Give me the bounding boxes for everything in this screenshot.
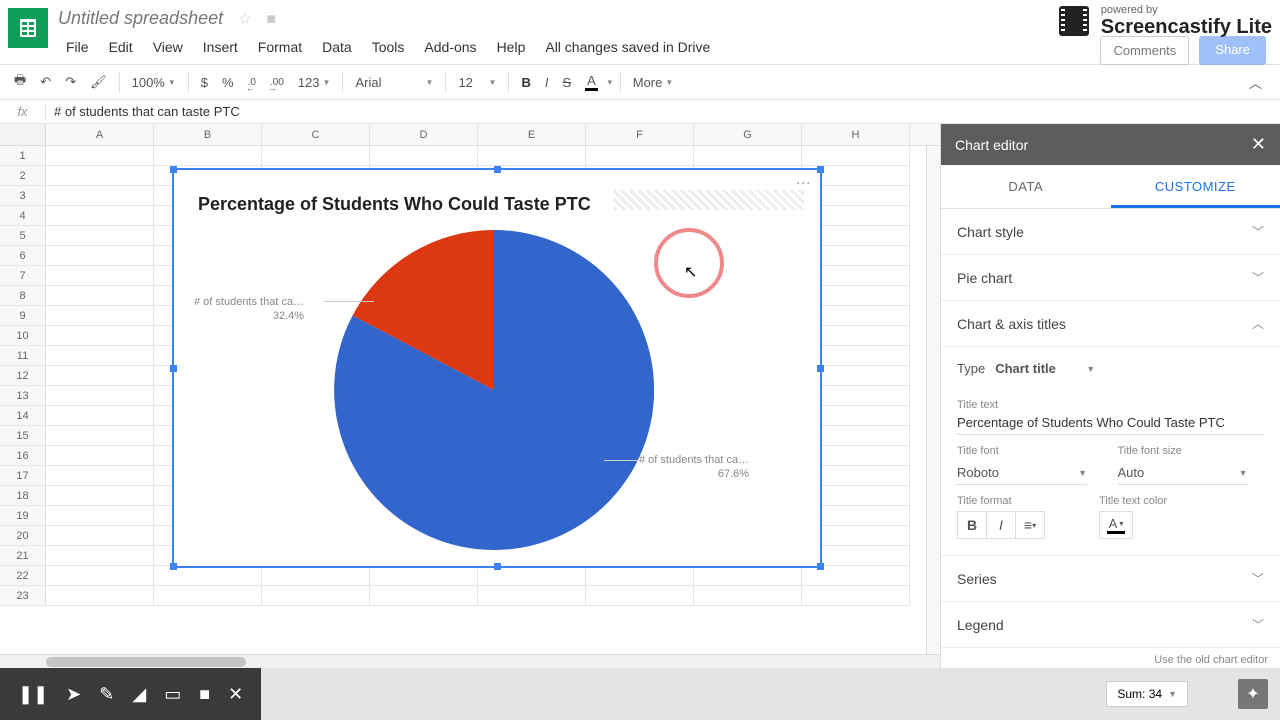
format-align-button[interactable]: ≡▾ bbox=[1015, 511, 1045, 539]
increase-decimal-button[interactable]: .00→ bbox=[264, 73, 290, 92]
close-icon[interactable]: ✕ bbox=[1251, 134, 1266, 155]
tab-data[interactable]: DATA bbox=[941, 165, 1111, 208]
toolbar: 🖶 ↶ ↷ 🖌 100%▼ $ % .0← .00→ 123▼ Arial▼ 1… bbox=[0, 64, 1280, 100]
section-chart-style[interactable]: Chart style﹀ bbox=[941, 209, 1280, 255]
font-dropdown[interactable]: Arial▼ bbox=[349, 71, 439, 94]
pause-icon[interactable]: ❚❚ bbox=[18, 684, 48, 705]
spreadsheet-grid[interactable]: ABCDEFGH 1234567891011121314151617181920… bbox=[0, 124, 940, 668]
embedded-chart[interactable]: ⋮ Percentage of Students Who Could Taste… bbox=[172, 168, 822, 568]
screencastify-icon bbox=[1059, 6, 1089, 36]
formula-input[interactable]: # of students that can taste PTC bbox=[46, 104, 248, 119]
title-color-button[interactable]: A▾ bbox=[1099, 511, 1133, 539]
bottom-bar: ❚❚ ➤ ✎ ◢ ▭ ■ ✕ Sum: 34▼ ✦ bbox=[0, 668, 1280, 720]
menu-insert[interactable]: Insert bbox=[193, 35, 248, 59]
title-text-label: Title text bbox=[957, 399, 998, 411]
pointer-icon[interactable]: ➤ bbox=[66, 684, 81, 705]
percent-button[interactable]: % bbox=[216, 71, 240, 94]
currency-button[interactable]: $ bbox=[195, 71, 214, 94]
pie-label-1: # of students that ca… 67.6% bbox=[639, 453, 749, 482]
title-format-label: Title format bbox=[957, 495, 1045, 507]
close-recording-icon[interactable]: ✕ bbox=[228, 684, 243, 705]
title-size-label: Title font size bbox=[1118, 445, 1265, 457]
menu-format[interactable]: Format bbox=[248, 35, 312, 59]
title-color-label: Title text color bbox=[1099, 495, 1167, 507]
pen-icon[interactable]: ✎ bbox=[99, 684, 114, 705]
sum-indicator[interactable]: Sum: 34▼ bbox=[1106, 681, 1188, 707]
title-type-dropdown[interactable]: Chart title▼ bbox=[995, 357, 1095, 380]
section-pie-chart[interactable]: Pie chart﹀ bbox=[941, 255, 1280, 301]
menu-data[interactable]: Data bbox=[312, 35, 362, 59]
italic-button[interactable]: I bbox=[539, 71, 555, 94]
sidebar-title: Chart editor bbox=[955, 137, 1028, 153]
menu-edit[interactable]: Edit bbox=[99, 35, 143, 59]
decrease-decimal-button[interactable]: .0← bbox=[242, 73, 262, 92]
title-size-dropdown[interactable]: Auto▼ bbox=[1118, 461, 1248, 485]
eraser-icon[interactable]: ◢ bbox=[132, 684, 146, 705]
cursor-icon: ↖ bbox=[684, 262, 697, 282]
chevron-down-icon: ﹀ bbox=[1252, 570, 1264, 587]
undo-icon[interactable]: ↶ bbox=[34, 70, 57, 94]
leader-line bbox=[604, 460, 638, 461]
horizontal-scrollbar[interactable] bbox=[0, 654, 940, 668]
camera-icon[interactable]: ■ bbox=[199, 684, 210, 705]
title-font-label: Title font bbox=[957, 445, 1104, 457]
explore-button[interactable]: ✦ bbox=[1238, 679, 1268, 709]
print-icon[interactable]: 🖶 bbox=[8, 67, 32, 97]
folder-icon[interactable]: ■ bbox=[266, 11, 276, 28]
type-label: Type bbox=[957, 361, 985, 376]
tab-customize[interactable]: CUSTOMIZE bbox=[1111, 165, 1280, 208]
pie-label-2: # of students that ca… 32.4% bbox=[194, 295, 304, 324]
font-size-dropdown[interactable]: 12▼ bbox=[452, 71, 502, 94]
bold-button[interactable]: B bbox=[515, 71, 536, 94]
share-button[interactable]: Share bbox=[1199, 36, 1266, 65]
menu-view[interactable]: View bbox=[143, 35, 193, 59]
strikethrough-button[interactable]: S bbox=[556, 71, 577, 94]
chevron-down-icon: ﹀ bbox=[1252, 223, 1264, 240]
menu-tools[interactable]: Tools bbox=[362, 35, 415, 59]
chart-menu-icon[interactable]: ⋮ bbox=[796, 176, 812, 188]
leader-line bbox=[324, 301, 374, 302]
title-text-input[interactable] bbox=[957, 411, 1264, 435]
paint-format-icon[interactable]: 🖌 bbox=[84, 70, 113, 94]
format-italic-button[interactable]: I bbox=[986, 511, 1016, 539]
star-icon[interactable]: ☆ bbox=[238, 11, 252, 28]
document-title[interactable]: Untitled spreadsheet bbox=[56, 6, 223, 31]
text-color-button[interactable]: A bbox=[579, 69, 604, 95]
chevron-down-icon: ﹀ bbox=[1252, 269, 1264, 286]
chevron-up-icon: ︿ bbox=[1252, 315, 1264, 332]
rectangle-icon[interactable]: ▭ bbox=[164, 684, 181, 705]
redo-icon[interactable]: ↷ bbox=[59, 70, 82, 94]
number-format-dropdown[interactable]: 123▼ bbox=[292, 71, 337, 94]
top-right-controls: powered by Screencastify Lite bbox=[1059, 4, 1272, 38]
more-button[interactable]: More▼ bbox=[627, 71, 680, 94]
collapse-toolbar-icon[interactable]: ︿ bbox=[1239, 69, 1272, 96]
recording-toolbar: ❚❚ ➤ ✎ ◢ ▭ ■ ✕ bbox=[0, 668, 261, 720]
menu-addons[interactable]: Add-ons bbox=[414, 35, 486, 59]
fx-label: fx bbox=[0, 104, 46, 119]
sheets-logo[interactable] bbox=[8, 8, 48, 48]
section-legend[interactable]: Legend﹀ bbox=[941, 602, 1280, 648]
chart-editor-sidebar: Chart editor ✕ DATA CUSTOMIZE Chart styl… bbox=[940, 124, 1280, 668]
menu-help[interactable]: Help bbox=[487, 35, 536, 59]
title-font-dropdown[interactable]: Roboto▼ bbox=[957, 461, 1087, 485]
format-bold-button[interactable]: B bbox=[957, 511, 987, 539]
chart-title[interactable]: Percentage of Students Who Could Taste P… bbox=[198, 194, 591, 215]
save-status: All changes saved in Drive bbox=[535, 35, 720, 59]
section-series[interactable]: Series﹀ bbox=[941, 556, 1280, 602]
zoom-dropdown[interactable]: 100%▼ bbox=[126, 71, 182, 94]
menu-file[interactable]: File bbox=[56, 35, 99, 59]
pie-chart bbox=[334, 230, 654, 550]
comments-button[interactable]: Comments bbox=[1100, 36, 1189, 65]
vertical-scrollbar[interactable] bbox=[926, 146, 940, 654]
section-chart-axis-titles[interactable]: Chart & axis titles︿ bbox=[941, 301, 1280, 347]
branding: powered by Screencastify Lite bbox=[1101, 4, 1272, 38]
formula-bar: fx # of students that can taste PTC bbox=[0, 100, 1280, 124]
title-edit-indicator bbox=[614, 190, 804, 210]
menu-bar: File Edit View Insert Format Data Tools … bbox=[56, 35, 1280, 59]
chevron-down-icon: ﹀ bbox=[1252, 616, 1264, 633]
